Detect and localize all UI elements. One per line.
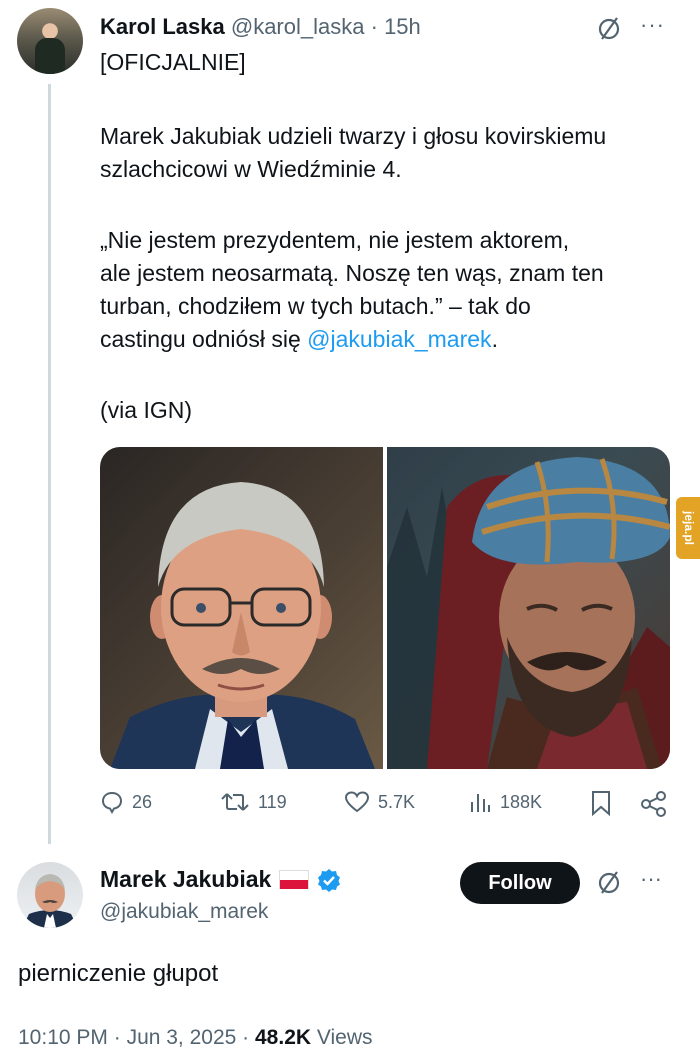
jeja-watermark: jeja.pl <box>676 497 700 559</box>
analytics-icon <box>471 794 490 812</box>
tweet2-separator2: · <box>236 1026 255 1049</box>
follow-button[interactable]: Follow <box>460 862 580 904</box>
repost-button[interactable]: 119 <box>220 790 287 814</box>
reply-icon <box>101 791 123 814</box>
repost-icon <box>221 793 249 811</box>
tweet1-quote-line4-prefix: castingu odniósł się <box>100 326 308 352</box>
thread-connector-line <box>48 84 51 844</box>
tweet1-quote-line4-suffix: . <box>491 326 498 352</box>
tweet2-handle[interactable]: @jakubiak_marek <box>100 900 268 924</box>
tweet1-author-name[interactable]: Karol Laska <box>100 14 225 39</box>
tweet1-time[interactable]: 15h <box>384 14 421 39</box>
share-icon <box>641 791 666 817</box>
tweet2-author-row: Marek Jakubiak <box>100 866 341 893</box>
grok-icon[interactable] <box>595 14 623 42</box>
reply-count: 26 <box>132 791 153 812</box>
heart-icon <box>344 791 370 813</box>
tweet2-time[interactable]: 10:10 PM <box>18 1026 108 1049</box>
grok-icon[interactable] <box>595 868 623 896</box>
tweet2-views-count: 48.2K <box>255 1026 312 1049</box>
tweet1-header: Karol Laska @karol_laska · 15h <box>100 14 421 40</box>
tweet2-meta: 10:10 PM · Jun 3, 2025 · 48.2K Views <box>18 1026 373 1050</box>
tweet1-quote-line1: „Nie jestem prezydentem, nie jestem akto… <box>100 227 570 253</box>
tweet2-author-name[interactable]: Marek Jakubiak <box>100 866 271 893</box>
views-count: 188K <box>500 791 543 812</box>
poland-flag-icon <box>279 870 310 889</box>
tweet1-paragraph1-line2: szlachcicowi w Wiedźminie 4. <box>100 156 402 182</box>
bookmark-icon <box>592 791 610 816</box>
like-count: 5.7K <box>378 791 416 812</box>
tweet1-label: [OFICJALNIE] <box>100 49 246 75</box>
mention-link-jakubiak-marek[interactable]: @jakubiak_marek <box>307 326 491 352</box>
tweet1-media-grid <box>100 447 670 769</box>
repost-count: 119 <box>258 791 287 812</box>
tweet1-handle[interactable]: @karol_laska <box>231 14 365 39</box>
verified-badge-icon <box>318 868 341 892</box>
karol-laska-avatar[interactable] <box>17 8 83 74</box>
tweet1-quote-line2: ale jestem neosarmatą. Noszę ten wąs, zn… <box>100 260 604 286</box>
tweet1-paragraph1-line1: Marek Jakubiak udzieli twarzy i głosu ko… <box>100 123 607 149</box>
tweet1-source: (via IGN) <box>100 397 192 423</box>
views-button[interactable]: 188K <box>468 790 542 814</box>
share-button[interactable] <box>640 790 668 818</box>
bookmark-button[interactable] <box>590 790 612 816</box>
marek-jakubiak-avatar[interactable] <box>17 862 83 928</box>
tweet2-date[interactable]: Jun 3, 2025 <box>127 1026 237 1049</box>
tweet1-quote-line3: turban, chodziłem w tych butach.” – tak … <box>100 293 531 319</box>
tweet1-separator: · <box>370 14 378 39</box>
reply-button[interactable]: 26 <box>100 790 152 814</box>
tweet2-views-label: Views <box>311 1026 373 1049</box>
photo-marek-jakubiak[interactable] <box>100 447 383 769</box>
tweet2-text: pierniczenie głupot <box>18 960 219 987</box>
like-button[interactable]: 5.7K <box>344 790 415 814</box>
tweet1-more-icon[interactable]: ··· <box>640 12 665 38</box>
tweet2-more-icon[interactable]: ··· <box>640 866 662 892</box>
tweet1-quote-line4: castingu odniósł się @jakubiak_marek. <box>100 321 680 357</box>
tweet2-separator1: · <box>107 1026 127 1049</box>
photo-witcher-nobleman[interactable] <box>387 447 670 769</box>
tweet1-actions-bar: 26 119 5.7K 188K <box>100 790 670 822</box>
